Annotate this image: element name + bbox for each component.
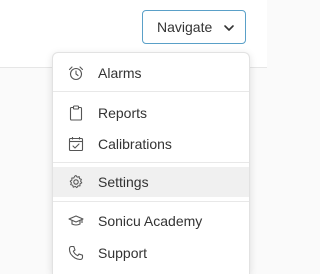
menu-item-reports[interactable]: Reports: [53, 98, 249, 128]
menu-item-label: Support: [98, 245, 148, 261]
graduation-cap-icon: [68, 213, 84, 229]
calendar-check-icon: [68, 136, 84, 152]
menu-item-label: Settings: [98, 174, 149, 190]
gear-icon: [68, 174, 84, 190]
menu-item-label: Sonicu Academy: [98, 213, 203, 229]
menu-item-support[interactable]: Support: [53, 238, 249, 268]
navigate-label: Navigate: [157, 19, 213, 35]
chevron-down-icon: [223, 22, 235, 34]
phone-icon: [68, 245, 84, 261]
menu-item-label: Calibrations: [98, 136, 172, 152]
navigate-dropdown-menu: Alarms Reports Calibrations Settings Son…: [52, 52, 250, 274]
menu-item-label: Alarms: [98, 65, 142, 81]
divider: [53, 91, 249, 92]
menu-item-alarms[interactable]: Alarms: [53, 58, 249, 88]
menu-item-label: Reports: [98, 105, 148, 121]
menu-item-calibrations[interactable]: Calibrations: [53, 129, 249, 159]
navigate-button[interactable]: Navigate: [142, 10, 246, 44]
alarm-clock-icon: [68, 65, 84, 81]
clipboard-icon: [68, 105, 84, 121]
menu-item-settings[interactable]: Settings: [53, 167, 249, 197]
divider: [53, 201, 249, 202]
menu-item-sonicu-academy[interactable]: Sonicu Academy: [53, 206, 249, 236]
divider: [53, 162, 249, 163]
